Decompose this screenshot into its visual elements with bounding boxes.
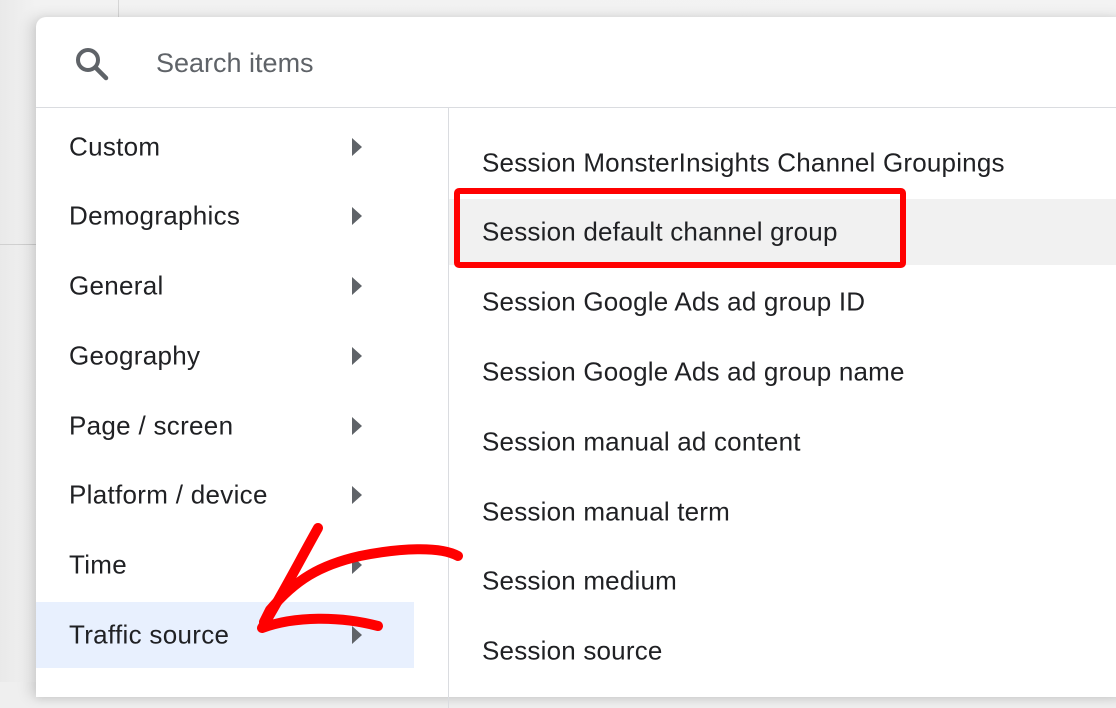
dimension-item[interactable]: Session Google Ads ad group name [449, 339, 1116, 405]
category-item-page-screen[interactable]: Page / screen [36, 393, 414, 459]
dimension-label: Session manual ad content [482, 426, 801, 457]
chevron-right-icon [352, 626, 362, 644]
category-label: Demographics [69, 200, 241, 231]
dimension-label: Session default channel group [482, 216, 838, 247]
background-divider [0, 244, 36, 245]
dimension-picker-menu: Custom Demographics General Geography Pa… [36, 17, 1116, 708]
category-item-traffic-source[interactable]: Traffic source [36, 602, 414, 668]
category-list: Custom Demographics General Geography Pa… [36, 108, 449, 708]
category-label: Traffic source [69, 619, 230, 650]
search-input[interactable] [156, 43, 856, 83]
dimension-label: Session medium [482, 565, 677, 596]
chevron-right-icon [352, 556, 362, 574]
dimension-label: Session MonsterInsights Channel Grouping… [482, 147, 1005, 178]
search-icon[interactable] [72, 45, 112, 85]
category-label: Page / screen [69, 410, 234, 441]
dimension-item[interactable]: Session Google Ads ad group ID [449, 269, 1116, 335]
dimension-item-session-default-channel-group[interactable]: Session default channel group [449, 199, 1116, 265]
chevron-right-icon [352, 347, 362, 365]
dimension-item[interactable]: Session manual ad content [449, 409, 1116, 475]
category-item-custom[interactable]: Custom [36, 114, 414, 180]
category-item-platform-device[interactable]: Platform / device [36, 462, 414, 528]
search-bar [36, 17, 1116, 108]
category-label: Custom [69, 131, 161, 162]
category-item-geography[interactable]: Geography [36, 323, 414, 389]
category-label: Platform / device [69, 479, 268, 510]
category-label: Geography [69, 340, 201, 371]
dimension-item[interactable]: Session medium [449, 548, 1116, 614]
chevron-right-icon [352, 138, 362, 156]
category-item-demographics[interactable]: Demographics [36, 183, 414, 249]
category-item-general[interactable]: General [36, 253, 414, 319]
chevron-right-icon [352, 417, 362, 435]
chevron-right-icon [352, 207, 362, 225]
category-item-time[interactable]: Time [36, 532, 414, 598]
category-label: Time [69, 549, 128, 580]
chevron-right-icon [352, 486, 362, 504]
dimension-label: Session Google Ads ad group ID [482, 286, 866, 317]
dimension-item[interactable]: Session source [449, 618, 1116, 684]
dimension-label: Session manual term [482, 496, 731, 527]
background-divider [118, 0, 119, 17]
chevron-right-icon [352, 277, 362, 295]
dimension-list: Session MonsterInsights Channel Grouping… [449, 108, 1116, 708]
dimension-label: Session Google Ads ad group name [482, 356, 905, 387]
dimension-item[interactable]: Session MonsterInsights Channel Grouping… [449, 130, 1116, 196]
dimension-label: Session source [482, 635, 663, 666]
category-label: General [69, 270, 164, 301]
dimension-item[interactable]: Session manual term [449, 479, 1116, 545]
